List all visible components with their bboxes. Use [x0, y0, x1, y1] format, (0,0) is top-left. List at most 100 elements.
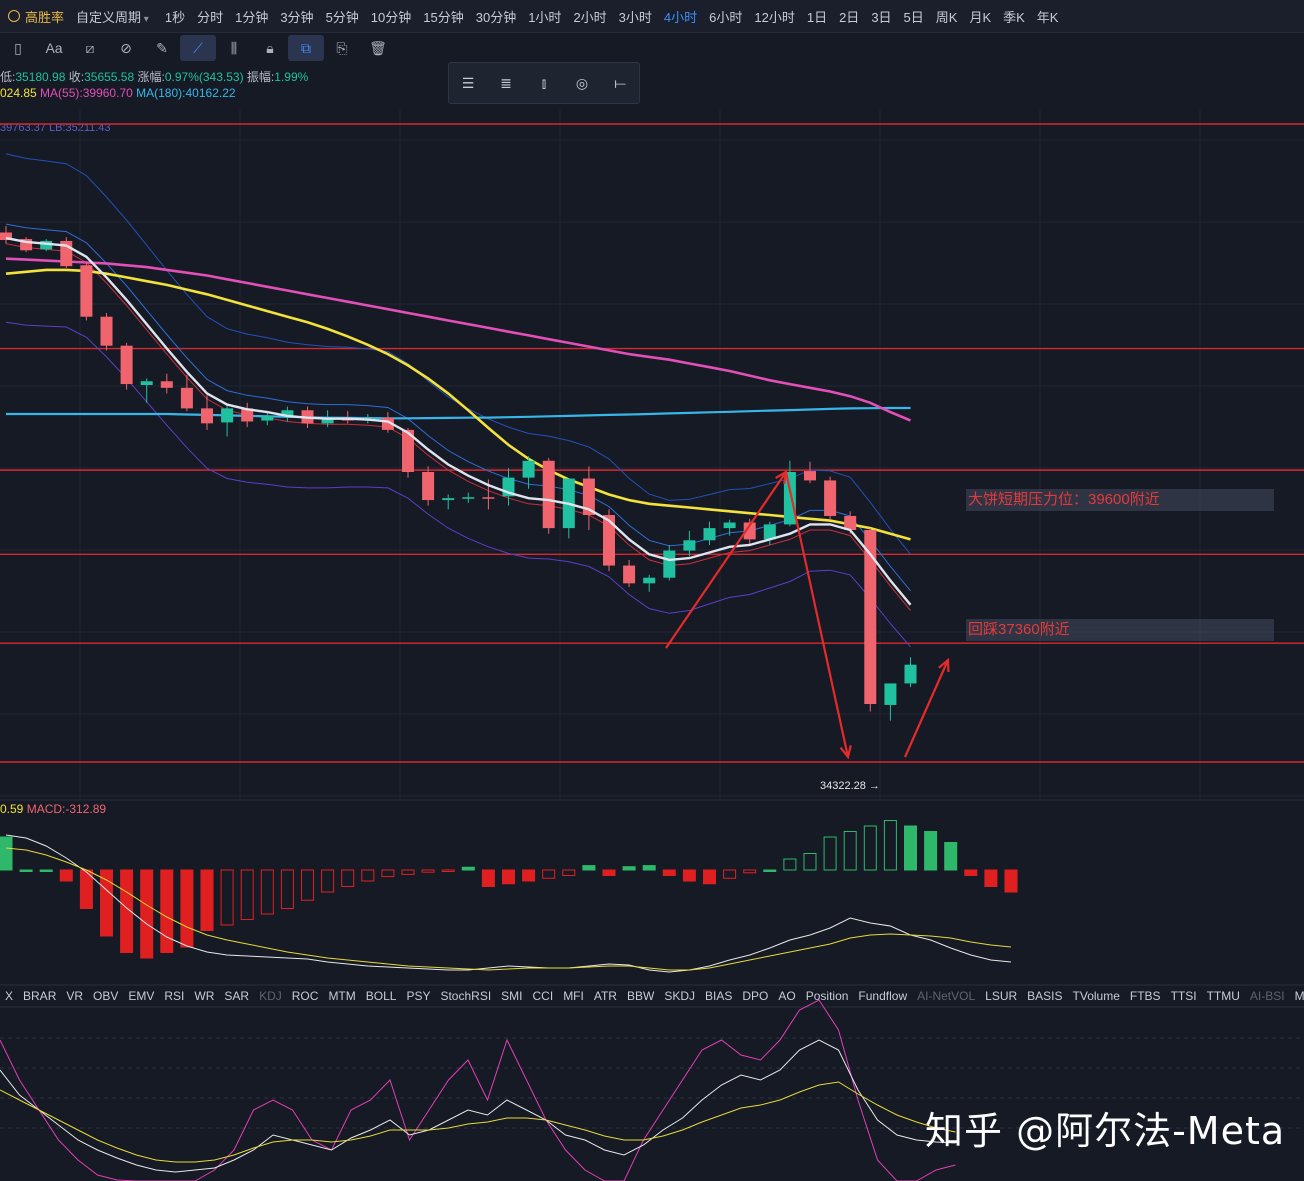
indicator-tab[interactable]: BASIS	[1022, 989, 1067, 1003]
macd-histogram-bar	[19, 869, 33, 872]
candle-body	[422, 472, 435, 501]
macd-histogram-bar	[220, 869, 234, 926]
indicator-tab[interactable]: ATR	[589, 989, 622, 1003]
indicator-tab[interactable]: MTM	[323, 989, 360, 1003]
macd-dea-line	[5, 847, 1012, 971]
macd-histogram-bar	[200, 869, 214, 931]
indicator-tab[interactable]: PSY	[401, 989, 435, 1003]
candle-body	[804, 471, 816, 481]
indicator-tab[interactable]: MLR	[1290, 989, 1304, 1003]
indicator-tab[interactable]: FTBS	[1125, 989, 1166, 1003]
macd-histogram-bar	[180, 869, 194, 948]
macd-histogram-bar	[924, 831, 938, 871]
indicator-tab[interactable]: X	[0, 989, 18, 1003]
candle-body	[663, 550, 676, 578]
indicator-tab[interactable]: BOLL	[361, 989, 402, 1003]
macd-histogram-bar	[803, 853, 817, 871]
macd-histogram-bar	[1004, 869, 1018, 893]
candle-body	[442, 498, 455, 501]
macd-histogram-bar	[361, 869, 375, 882]
low-price-marker: 34322.28 →	[820, 780, 880, 792]
indicator-tab[interactable]: BIAS	[700, 989, 737, 1003]
oscillator-j-line	[0, 999, 956, 1181]
indicator-tab[interactable]: VR	[61, 989, 88, 1003]
candle-body	[603, 515, 615, 566]
candle-body	[261, 415, 274, 421]
resistance-annotation: 大饼短期压力位：39600附近	[966, 489, 1274, 511]
candle-body	[824, 480, 837, 516]
indicator-tab[interactable]: RSI	[159, 989, 189, 1003]
candle-body	[140, 381, 153, 385]
candle-body	[201, 408, 213, 424]
ma55-line	[5, 268, 911, 541]
macd-histogram-bar	[783, 858, 797, 871]
indicator-tab[interactable]: WR	[189, 989, 219, 1003]
indicator-tab[interactable]: SMI	[496, 989, 527, 1003]
indicator-tab[interactable]: TTMU	[1202, 989, 1245, 1003]
annotation-arrow	[665, 471, 787, 649]
oscillator-k-line	[0, 1039, 956, 1173]
indicator-tab[interactable]: TVolume	[1068, 989, 1125, 1003]
macd-histogram-bar	[160, 869, 174, 953]
macd-histogram-bar	[682, 869, 696, 882]
indicator-tab[interactable]: SKDJ	[659, 989, 700, 1003]
macd-histogram-bar	[401, 869, 415, 875]
macd-histogram-bar	[542, 869, 556, 879]
indicator-tab[interactable]: DPO	[737, 989, 773, 1003]
indicator-tab[interactable]: AI-NetVOL	[912, 989, 980, 1003]
indicator-tab[interactable]: CCI	[528, 989, 559, 1003]
upper-band-line	[5, 153, 911, 555]
macd-histogram-bar	[883, 820, 897, 871]
candle-body	[683, 540, 696, 551]
macd-histogram-bar	[522, 869, 536, 882]
macd-histogram-bar	[59, 869, 73, 882]
indicator-tab[interactable]: OBV	[88, 989, 123, 1003]
macd-histogram-bar	[341, 869, 355, 887]
indicator-tab[interactable]: EMV	[123, 989, 159, 1003]
indicator-tab[interactable]: MFI	[558, 989, 589, 1003]
macd-histogram-bar	[863, 825, 877, 871]
macd-histogram-bar	[381, 869, 395, 878]
macd-histogram-bar	[763, 869, 777, 872]
macd-histogram-bar	[582, 865, 596, 871]
indicator-tab[interactable]: AO	[773, 989, 800, 1003]
indicator-tab[interactable]: AI-BSI	[1245, 989, 1290, 1003]
macd-dif-line	[5, 834, 1012, 973]
lower-band-line	[5, 321, 911, 648]
macd-histogram-bar	[944, 842, 958, 871]
candle-body	[462, 497, 475, 499]
macd-histogram-bar	[301, 869, 314, 901]
macd-histogram-bar	[441, 869, 455, 872]
indicator-tab[interactable]: ROC	[287, 989, 324, 1003]
candle-body	[542, 460, 555, 529]
macd-histogram-bar	[260, 869, 274, 915]
macd-histogram-bar	[481, 869, 495, 887]
candle-body	[522, 460, 535, 478]
indicator-tab[interactable]: Fundflow	[853, 989, 912, 1003]
indicator-tab[interactable]: BRAR	[18, 989, 61, 1003]
indicator-tab[interactable]: KDJ	[254, 989, 287, 1003]
indicator-tab[interactable]: Position	[801, 989, 854, 1003]
macd-histogram-bar	[421, 869, 435, 873]
candle-body	[623, 565, 636, 584]
indicator-tab[interactable]: LSUR	[980, 989, 1022, 1003]
macd-histogram-bar	[843, 831, 857, 871]
macd-histogram-bar	[823, 836, 837, 871]
indicator-tab[interactable]: SAR	[219, 989, 254, 1003]
macd-histogram-bar	[502, 869, 515, 885]
indicator-tab[interactable]: TTSI	[1166, 989, 1202, 1003]
ma-blue-line	[6, 406, 911, 420]
indicator-tab[interactable]: StochRSI	[435, 989, 496, 1003]
macd-histogram-bar	[602, 869, 616, 876]
oscillator-d-line	[0, 1081, 956, 1163]
candle-body	[120, 345, 133, 385]
candle-body	[160, 381, 173, 388]
macd-histogram-bar	[964, 869, 978, 876]
macd-histogram-bar	[280, 869, 294, 909]
macd-histogram-bar	[140, 869, 154, 959]
indicator-tabs: X BRAR VR OBV EMV RSI WR SAR KDJ ROC MTM BOLL PSY Sto…	[0, 986, 1304, 1006]
macd-histogram-bar	[240, 869, 254, 920]
macd-histogram-bar	[321, 869, 335, 893]
indicator-tab[interactable]: BBW	[622, 989, 659, 1003]
candle-body	[703, 528, 716, 541]
